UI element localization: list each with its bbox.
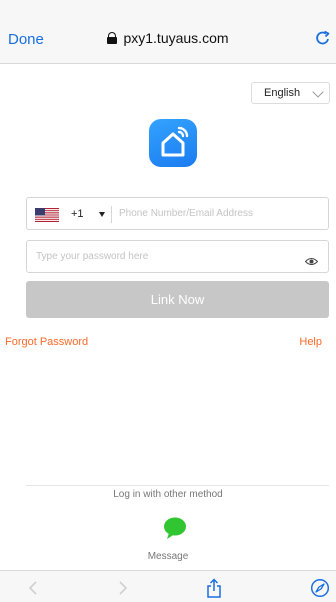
browser-top-bar: Done pxy1.tuyaus.com (0, 0, 336, 64)
us-flag-icon[interactable] (35, 208, 59, 222)
url-text: pxy1.tuyaus.com (123, 30, 229, 46)
address-bar[interactable]: pxy1.tuyaus.com (0, 30, 336, 46)
compass-icon[interactable] (310, 578, 330, 598)
forward-icon[interactable] (112, 578, 132, 598)
password-input[interactable] (36, 241, 306, 272)
reload-icon[interactable] (314, 28, 332, 48)
app-logo-icon (149, 119, 197, 167)
eye-icon[interactable] (304, 253, 319, 265)
country-code[interactable]: +1 (71, 208, 84, 220)
message-label[interactable]: Message (0, 551, 336, 562)
help-link[interactable]: Help (299, 336, 322, 348)
divider (26, 485, 329, 486)
phone-field-container: +1 (26, 197, 329, 230)
link-now-button[interactable]: Link Now (26, 281, 329, 318)
phone-email-input[interactable] (119, 198, 324, 229)
browser-bottom-bar (0, 570, 336, 602)
share-icon[interactable] (204, 578, 224, 598)
caret-down-icon[interactable] (99, 212, 105, 217)
language-selected: English (264, 87, 301, 99)
lock-icon (107, 32, 118, 44)
message-icon[interactable] (163, 516, 187, 540)
back-icon[interactable] (24, 578, 44, 598)
password-field-container (26, 240, 329, 273)
chevron-down-icon (312, 86, 324, 98)
forgot-password-link[interactable]: Forgot Password (5, 336, 88, 348)
field-divider (111, 206, 112, 223)
language-select[interactable]: English (251, 82, 330, 104)
other-method-title: Log in with other method (113, 489, 223, 500)
